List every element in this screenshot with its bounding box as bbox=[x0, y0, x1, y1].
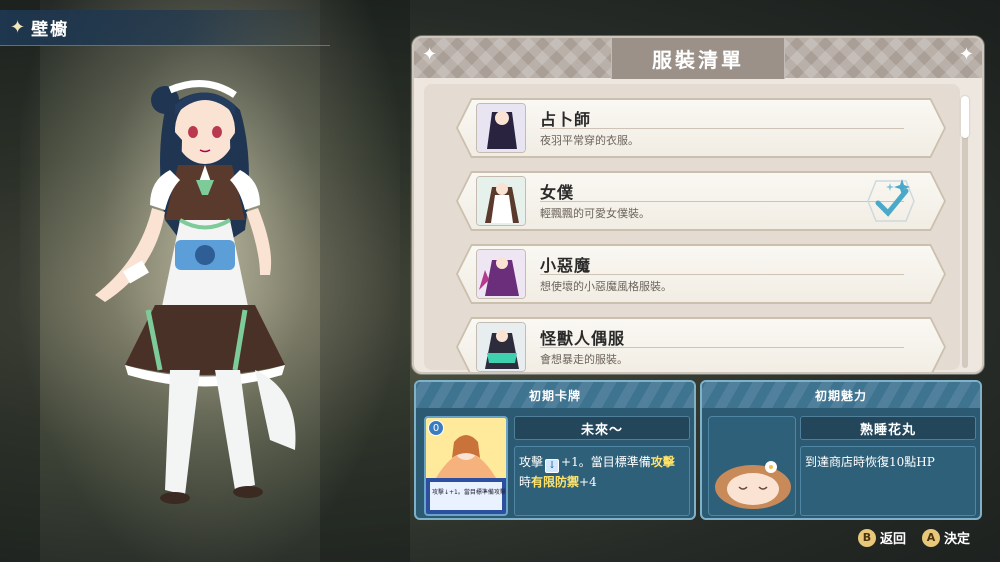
arrow-down-icon: ↓ bbox=[545, 459, 560, 473]
outfit-desc: 想使壞的小惡魔風格服裝。 bbox=[540, 280, 672, 293]
card-name: 未來～ bbox=[514, 416, 690, 440]
b-button-icon: B bbox=[858, 528, 876, 547]
charm-name: 熟睡花丸 bbox=[800, 416, 976, 440]
a-button-icon: A bbox=[922, 528, 940, 547]
sparkle-icon: ✦ bbox=[422, 44, 438, 65]
outfit-item-fortune-teller[interactable]: 占卜師 夜羽平常穿的衣服。 bbox=[456, 98, 946, 158]
outfit-desc: 會想暴走的服裝。 bbox=[540, 353, 628, 366]
outfit-list-title: 服裝清單 bbox=[611, 38, 785, 79]
outfit-item-maid[interactable]: 女僕 輕飄飄的可愛女僕裝。 bbox=[456, 171, 946, 231]
scrollbar-thumb[interactable] bbox=[961, 96, 969, 138]
location-label: 壁櫥 bbox=[31, 20, 70, 40]
outfit-desc: 輕飄飄的可愛女僕裝。 bbox=[540, 207, 650, 220]
back-label: 返回 bbox=[880, 532, 907, 547]
outfit-thumbnail bbox=[476, 103, 526, 153]
card-illustration: 攻擊↓+1。當目標準備攻擊時有限防禦+4 0 bbox=[424, 416, 508, 516]
confirm-label: 決定 bbox=[944, 532, 971, 547]
outfit-item-monster-suit[interactable]: 怪獸人偶服 會想暴走的服裝。 bbox=[456, 317, 946, 372]
location-header: ✦ 壁櫥 bbox=[0, 10, 330, 46]
outfit-name: 占卜師 bbox=[540, 110, 592, 129]
back-button[interactable]: B 返回 bbox=[858, 528, 906, 547]
card-text: 攻擊↓+1。當目標準備攻擊時有限防禦+4 bbox=[432, 488, 506, 496]
outfit-name: 女僕 bbox=[540, 183, 575, 202]
outfit-list-panel: ✦ 服裝清單 ✦ 占卜師 夜羽平常穿的衣服。 女僕 輕飄飄的可愛女僕裝。 小惡魔… bbox=[412, 36, 984, 374]
outfit-thumbnail bbox=[476, 176, 526, 226]
outfit-item-little-devil[interactable]: 小惡魔 想使壞的小惡魔風格服裝。 bbox=[456, 244, 946, 304]
outfit-name: 小惡魔 bbox=[540, 256, 592, 275]
outfit-desc: 夜羽平常穿的衣服。 bbox=[540, 134, 639, 147]
initial-card-panel: 初期卡牌 攻擊↓+1。當目標準備攻擊時有限防禦+4 0 未來～ 攻擊↓+1。當目… bbox=[414, 380, 696, 520]
charm-portrait bbox=[708, 416, 796, 516]
initial-card-header: 初期卡牌 bbox=[416, 382, 694, 408]
outfit-list-header: ✦ 服裝清單 ✦ bbox=[414, 38, 982, 79]
initial-charm-header: 初期魅力 bbox=[702, 382, 980, 408]
outfit-thumbnail bbox=[476, 322, 526, 372]
charm-description: 到達商店時恢復10點HP bbox=[800, 446, 976, 516]
outfit-name: 怪獸人偶服 bbox=[540, 329, 626, 348]
sparkle-icon: ✦ bbox=[10, 17, 26, 38]
outfit-list-scrollbar[interactable] bbox=[961, 96, 969, 368]
character-model bbox=[70, 70, 340, 530]
equipped-check-icon bbox=[860, 175, 922, 227]
card-cost-badge: 0 bbox=[428, 420, 444, 436]
card-description: 攻擊 ↓ +1。當目標準備攻擊 時有限防禦+4 bbox=[514, 446, 690, 516]
outfit-thumbnail bbox=[476, 249, 526, 299]
sparkle-icon: ✦ bbox=[958, 44, 974, 65]
confirm-button[interactable]: A 決定 bbox=[922, 528, 970, 547]
initial-charm-panel: 初期魅力 熟睡花丸 到達商店時恢復10點HP bbox=[700, 380, 982, 520]
